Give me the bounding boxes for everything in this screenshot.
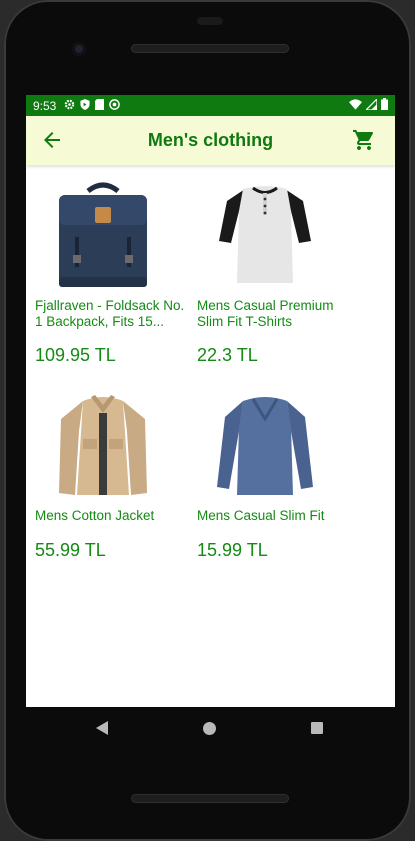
product-price: 22.3 TL — [197, 345, 258, 365]
shopping-cart-icon[interactable] — [351, 128, 377, 152]
product-card[interactable]: Fjallraven - Foldsack No. 1 Backpack, Fi… — [26, 181, 186, 386]
longsleeve-shirt-image — [215, 391, 315, 501]
front-camera — [72, 42, 86, 56]
backpack-image — [53, 181, 153, 291]
gear-icon — [64, 99, 75, 113]
product-name: Mens Cotton Jacket — [35, 508, 155, 523]
status-bar: 9:53 — [26, 95, 395, 116]
earpiece — [197, 17, 223, 25]
shield-icon — [80, 98, 90, 113]
phone-frame: 9:53 Men's clothing Fjallraven - Foldsac… — [4, 0, 411, 841]
no-disturb-icon — [109, 98, 121, 113]
product-card[interactable]: Mens Casual Slim Fit 15.99 TL — [188, 391, 348, 581]
sd-card-icon — [95, 98, 105, 113]
nav-back-icon[interactable] — [96, 721, 108, 740]
product-price: 15.99 TL — [197, 540, 268, 560]
app-bar: Men's clothing — [26, 116, 395, 165]
product-name: Fjallraven - Foldsack No. 1 Backpack, Fi… — [35, 298, 185, 329]
product-price: 109.95 TL — [35, 345, 116, 365]
battery-icon — [381, 98, 388, 113]
status-right-group — [349, 96, 388, 113]
raglan-tshirt-image — [215, 181, 315, 291]
top-speaker — [131, 44, 289, 53]
cotton-jacket-image — [53, 391, 153, 501]
product-price: 55.99 TL — [35, 540, 106, 560]
product-name: Mens Casual Premium Slim Fit T-Shirts — [197, 298, 334, 329]
signal-icon — [364, 96, 378, 113]
product-card[interactable]: Mens Cotton Jacket 55.99 TL — [26, 391, 186, 581]
bottom-speaker — [131, 794, 289, 803]
nav-recents-icon[interactable] — [311, 722, 323, 734]
page-title: Men's clothing — [147, 130, 274, 150]
nav-home-icon[interactable] — [203, 722, 216, 735]
status-time: 9:53 — [33, 98, 57, 113]
wifi-icon — [349, 98, 362, 113]
product-card[interactable]: Mens Casual Premium Slim Fit T-Shirts 22… — [188, 181, 348, 386]
app-screen: 9:53 Men's clothing Fjallraven - Foldsac… — [26, 95, 395, 707]
product-name: Mens Casual Slim Fit — [197, 508, 325, 523]
